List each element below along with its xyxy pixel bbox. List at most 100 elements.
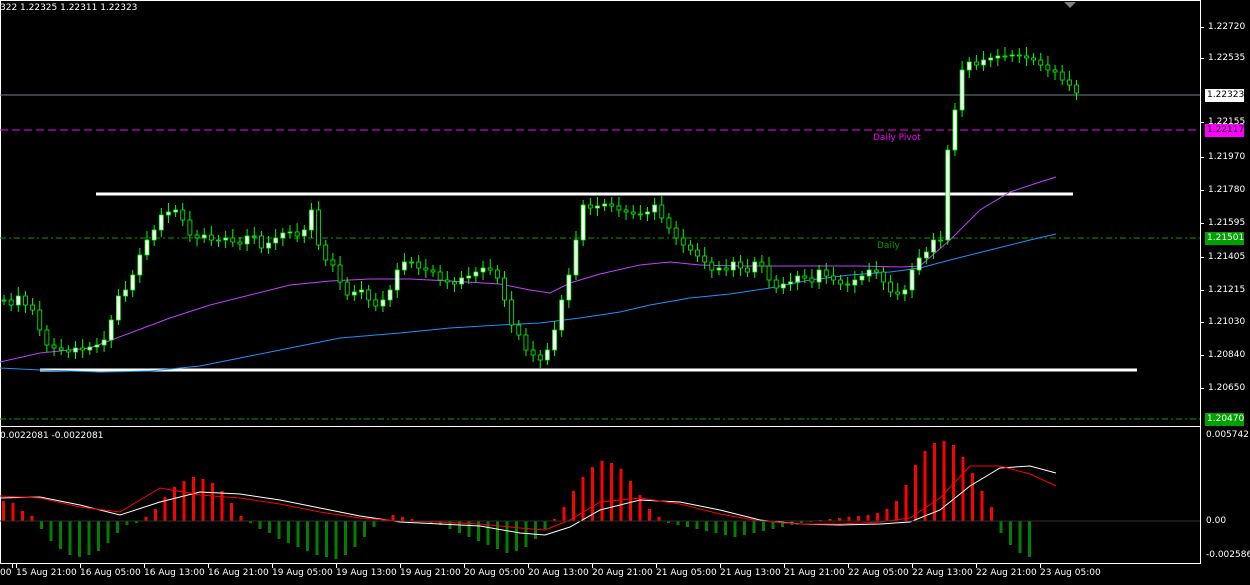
candle-body	[301, 229, 307, 237]
candle-body	[409, 261, 414, 264]
candle-body	[387, 289, 393, 301]
candle-body	[888, 281, 893, 293]
time-axis-label: 21 Aug 21:00	[784, 568, 845, 578]
candle-body	[723, 267, 729, 271]
histogram-bar	[847, 517, 851, 521]
candle-body	[158, 214, 164, 231]
histogram-bar	[876, 513, 879, 521]
histogram-bar	[591, 467, 594, 521]
price-tick-mark	[1200, 58, 1204, 59]
candle-body	[1045, 64, 1051, 71]
time-axis-label: 21 Aug 13:00	[720, 568, 781, 578]
candle-body	[444, 279, 450, 283]
price-tick-label: 1.21405	[1208, 252, 1246, 262]
daily-level-label: Daily	[877, 241, 900, 251]
candle-body	[44, 329, 50, 346]
histogram-bar	[59, 521, 62, 549]
candle-body	[15, 295, 21, 306]
price-tick-mark	[1200, 290, 1204, 291]
candle-body	[1009, 54, 1015, 57]
oscillator-axis-zero: 0.00	[1206, 516, 1227, 526]
histogram-bar	[87, 521, 91, 555]
candle-body	[809, 277, 815, 283]
candle-body	[931, 239, 936, 253]
candle-body	[416, 261, 422, 269]
candle-body	[452, 281, 457, 285]
histogram-bar	[40, 521, 43, 529]
histogram-bar	[315, 521, 319, 555]
time-tick-mark	[464, 564, 465, 568]
candle-body	[1038, 59, 1044, 66]
histogram-bar	[268, 521, 271, 533]
histogram-bar	[211, 483, 214, 521]
histogram-bar	[144, 517, 148, 521]
candle-body	[795, 275, 801, 283]
histogram-bar	[619, 469, 623, 521]
candle-body	[166, 211, 171, 216]
oscillator-axis-max: 0.0057421	[1206, 430, 1250, 440]
candle-body	[902, 289, 908, 295]
candle-body	[8, 299, 14, 306]
histogram-bar	[1018, 521, 1022, 553]
candle-body	[116, 295, 121, 321]
histogram-bar	[695, 521, 699, 529]
histogram-bar	[638, 495, 642, 521]
histogram-bar	[752, 521, 756, 533]
oscillator-signal-white	[0, 465, 1057, 536]
candle-body	[966, 61, 972, 71]
candle-body	[366, 289, 372, 301]
candle-body	[673, 227, 679, 239]
candle-body	[258, 235, 264, 249]
histogram-bar	[230, 503, 233, 521]
histogram-bar	[30, 516, 34, 521]
candle-body	[988, 57, 994, 61]
histogram-bar	[515, 521, 518, 551]
candle-body	[58, 347, 64, 351]
oscillator-histogram	[2, 441, 1031, 559]
price-tick-label: 1.20650	[1208, 383, 1246, 393]
candle-body	[151, 229, 157, 241]
candle-body	[802, 275, 808, 279]
histogram-bar	[21, 511, 24, 521]
candle-body	[981, 59, 986, 66]
candle-body	[852, 279, 858, 286]
candle-body	[1, 299, 7, 302]
candle-body	[1066, 79, 1072, 86]
chart-shift-marker-icon[interactable]	[1064, 2, 1076, 8]
histogram-bar	[762, 521, 765, 531]
candle-body	[873, 269, 879, 273]
candle-body	[1052, 69, 1058, 73]
candle-body	[695, 249, 700, 257]
candle-body	[995, 55, 1001, 59]
pivot-price-tag: 1.22117	[1205, 124, 1245, 137]
histogram-bar	[1009, 521, 1012, 545]
candle-body	[280, 232, 286, 239]
candle-body	[173, 209, 179, 213]
histogram-bar	[401, 517, 404, 521]
time-axis-label: 15 Aug 21:00	[16, 568, 77, 578]
time-tick-mark	[12, 564, 13, 568]
candle-body	[351, 291, 357, 296]
current-price-tag: 1.22323	[1205, 89, 1245, 102]
histogram-bar	[372, 521, 376, 527]
candle-body	[30, 304, 36, 311]
histogram-bar	[980, 491, 984, 521]
histogram-bar	[68, 521, 72, 555]
time-tick-mark	[16, 564, 17, 568]
time-tick-mark	[848, 564, 849, 568]
daily-pivot-label: Daily Pivot	[873, 133, 921, 143]
histogram-bar	[990, 507, 993, 521]
histogram-bar	[125, 521, 129, 525]
candle-body	[401, 261, 407, 271]
candle-body	[473, 271, 479, 277]
candle-body	[959, 69, 965, 111]
candle-body	[359, 289, 364, 293]
histogram-bar	[999, 521, 1003, 533]
candle-body	[337, 264, 343, 283]
candle-body	[344, 281, 350, 296]
histogram-bar	[1028, 521, 1031, 557]
candle-body	[80, 347, 86, 351]
candle-body	[866, 269, 872, 277]
oscillator-header: 0.0022081 -0.0022081	[0, 431, 104, 441]
candle-body	[952, 109, 958, 151]
